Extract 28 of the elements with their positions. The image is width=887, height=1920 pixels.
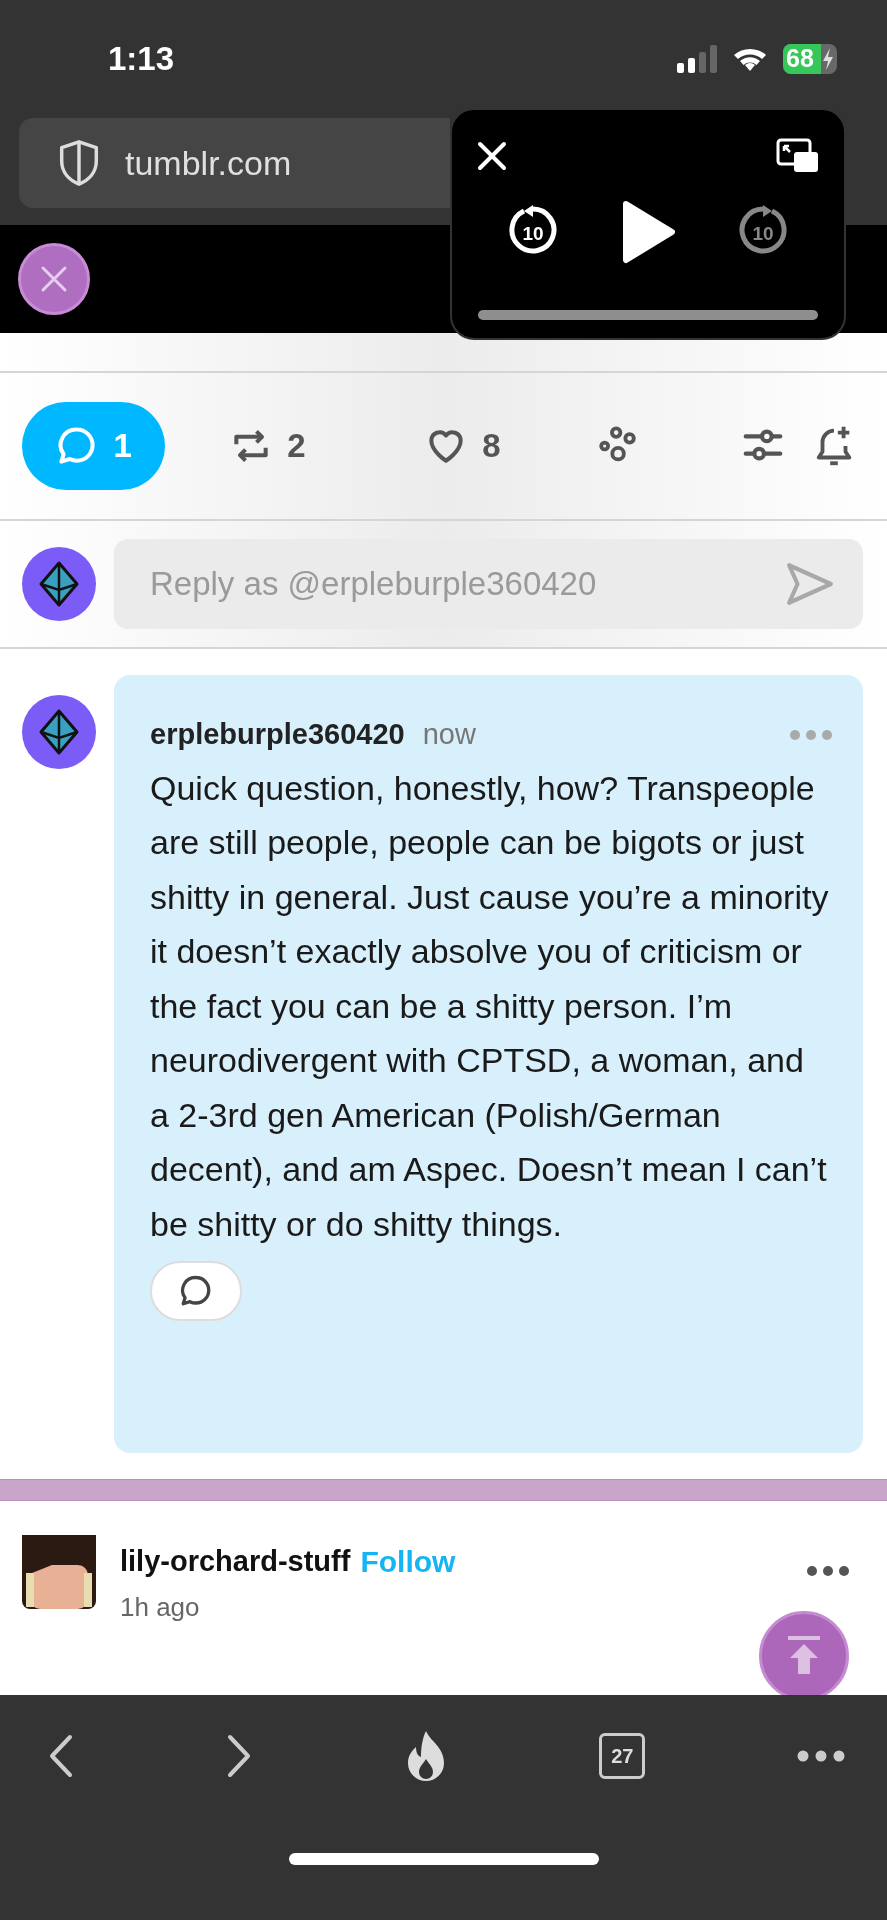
clock-time: 1:13 <box>108 39 175 80</box>
close-icon <box>39 264 69 294</box>
comment-author[interactable]: erpleburple360420 <box>150 713 405 757</box>
picture-in-picture-icon[interactable] <box>776 138 820 174</box>
signal-icon <box>677 45 717 73</box>
post-author[interactable]: lily-orchard-stuff <box>120 1539 351 1584</box>
tabs-button[interactable]: 27 <box>599 1733 646 1779</box>
reblog-button[interactable]: 2 <box>187 402 348 490</box>
close-icon[interactable] <box>476 140 508 172</box>
comment-time: now <box>422 717 476 752</box>
address-bar[interactable]: tumblr.com <box>19 118 450 208</box>
forward-icon[interactable] <box>225 1734 252 1778</box>
post-time: 1h ago <box>120 1591 201 1624</box>
back-icon[interactable] <box>48 1734 74 1778</box>
comment-text: Quick question, honestly, how? Transpeople are still people, people can be bigots or just shitty in general. Just cause you’re a minority it doesn’t exactly absolve you of criticism or the fact you can be a shitty person. I’m neurodivergent with CPTSD, a woman, and a 2-3rd gen American (Polish/German decent), and am Aspec. Doesn’t mean I can’t be shitty or do shitty things. <box>150 767 830 1245</box>
progress-track[interactable] <box>478 310 818 320</box>
skip-back-button[interactable]: 10 <box>506 205 560 259</box>
reply-field[interactable]: Reply as @erpleburple360420 <box>114 539 863 629</box>
avatar-icon <box>22 547 96 621</box>
avatar-icon[interactable] <box>22 1535 96 1609</box>
arrow-up-icon <box>786 1636 822 1676</box>
avatar-icon <box>22 695 96 769</box>
more-icon[interactable] <box>807 1565 849 1577</box>
reply-button[interactable] <box>150 1261 242 1321</box>
play-icon[interactable] <box>620 200 676 264</box>
more-icon[interactable] <box>797 1750 845 1762</box>
like-button[interactable]: 8 <box>395 402 530 490</box>
battery-indicator: 68 <box>783 44 837 74</box>
